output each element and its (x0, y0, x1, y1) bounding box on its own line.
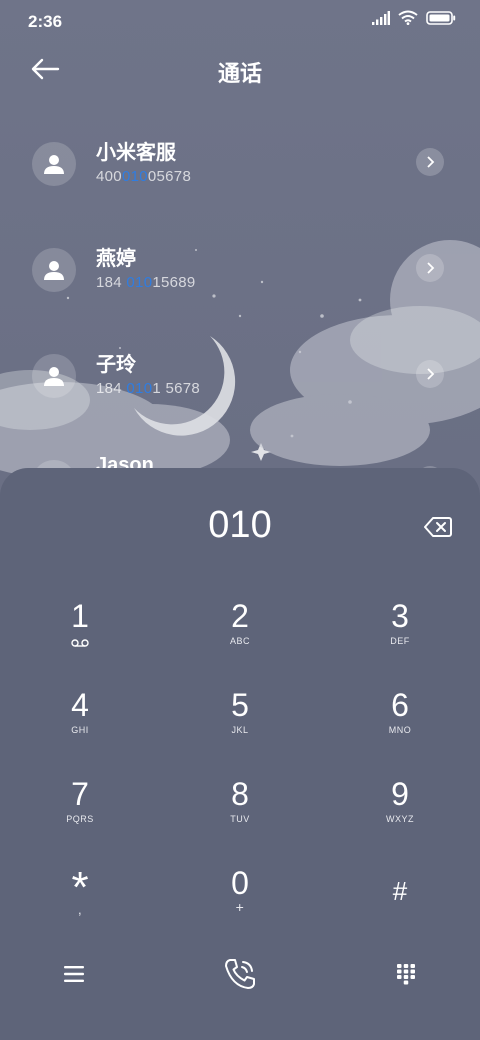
key-0[interactable]: 0 + (180, 865, 300, 941)
page-title: 通话 (217, 61, 262, 86)
contact-item-1[interactable]: 小米客服 40001005678 (0, 130, 480, 210)
key-digit: 5 (231, 687, 249, 723)
key-letters: , (77, 902, 83, 917)
person-icon (44, 367, 64, 386)
contact-detail-button[interactable] (416, 360, 444, 388)
chevron-right-icon (427, 262, 435, 274)
key-digit: 0 (231, 865, 249, 901)
key-digit: 7 (71, 776, 89, 812)
contact-name: 小米客服 (96, 142, 176, 164)
key-digit: 4 (71, 687, 89, 723)
status-bar: 2:36 (0, 0, 480, 40)
key-9[interactable]: 9 WXYZ (340, 776, 460, 852)
battery-icon (426, 10, 456, 25)
header: 通话 (0, 44, 480, 98)
matched-digits: 010 (126, 380, 153, 397)
status-time: 2:36 (28, 12, 63, 31)
key-digit: 3 (391, 598, 409, 634)
status-icons (372, 10, 456, 25)
key-digit: 9 (391, 776, 409, 812)
wifi-icon (398, 10, 418, 25)
key-letters: GHI (71, 725, 89, 735)
chevron-right-icon (427, 368, 435, 380)
avatar (32, 354, 76, 398)
key-4[interactable]: 4 GHI (20, 687, 140, 763)
person-icon (44, 155, 64, 174)
key-digit: 6 (391, 687, 409, 723)
key-digit: # (392, 876, 408, 906)
key-1[interactable]: 1 (20, 598, 140, 674)
key-8[interactable]: 8 TUV (180, 776, 300, 852)
voicemail-icon (71, 639, 89, 647)
chevron-right-icon (427, 156, 435, 168)
matched-digits: 010 (121, 168, 148, 185)
keypad-toggle-button[interactable] (376, 950, 436, 998)
contact-detail-button[interactable] (416, 148, 444, 176)
key-hash[interactable]: # (340, 873, 460, 949)
key-digit: 2 (231, 598, 249, 634)
key-2[interactable]: 2 ABC (180, 598, 300, 674)
avatar (32, 248, 76, 292)
contact-name: 子玲 (96, 354, 136, 376)
menu-button[interactable] (44, 950, 104, 998)
dial-panel: 010 1 2 ABC 3 DEF 4 GHI 5 JKL 6 MNO 7 PQ… (0, 468, 480, 1040)
call-icon (225, 959, 255, 989)
contact-item-2[interactable]: 燕婷 184 01015689 (0, 236, 480, 316)
matched-digits: 010 (126, 274, 153, 291)
key-letters: MNO (388, 725, 412, 735)
person-icon (44, 261, 64, 280)
key-3[interactable]: 3 DEF (340, 598, 460, 674)
key-star[interactable]: * , (20, 866, 140, 944)
dial-input[interactable]: 010 (0, 504, 480, 547)
key-letters: JKL (231, 725, 249, 735)
keypad-icon (397, 964, 415, 985)
contact-name: 燕婷 (96, 248, 136, 270)
key-letters: ABC (229, 636, 250, 646)
key-7[interactable]: 7 PQRS (20, 776, 140, 852)
call-button[interactable] (210, 950, 270, 998)
contact-detail-button[interactable] (416, 254, 444, 282)
key-letters: + (235, 899, 245, 915)
contact-number: 184 0101 5678 (96, 380, 201, 397)
backspace-icon[interactable] (424, 516, 452, 538)
contact-number: 40001005678 (96, 168, 192, 185)
menu-icon (64, 966, 84, 982)
key-digit: 8 (231, 776, 249, 812)
key-5[interactable]: 5 JKL (180, 687, 300, 763)
key-letters: PQRS (66, 814, 94, 824)
contact-number: 184 01015689 (96, 274, 196, 291)
signal-icon (372, 10, 390, 25)
key-6[interactable]: 6 MNO (340, 687, 460, 763)
key-letters: WXYZ (386, 814, 414, 824)
key-letters: DEF (390, 636, 410, 646)
contact-item-3[interactable]: 子玲 184 0101 5678 (0, 342, 480, 422)
key-digit: 1 (71, 598, 89, 634)
key-letters: TUV (230, 814, 250, 824)
avatar (32, 142, 76, 186)
